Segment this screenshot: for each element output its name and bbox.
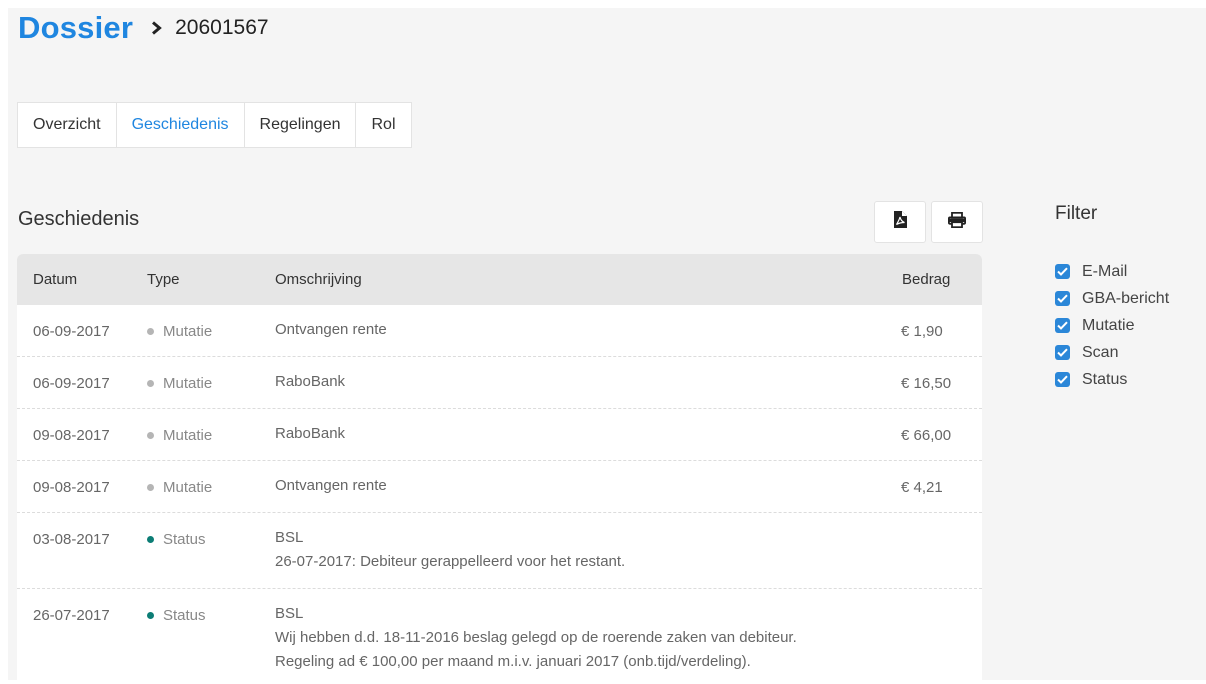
row-type: Mutatie xyxy=(147,479,212,496)
row-description: Ontvangen rente xyxy=(275,321,387,338)
row-description: Ontvangen rente xyxy=(275,477,387,494)
row-date: 06-09-2017 xyxy=(33,323,110,340)
row-date: 26-07-2017 xyxy=(33,607,110,624)
row-description-title: BSL xyxy=(275,529,304,546)
status-dot-icon xyxy=(147,612,154,619)
status-dot-icon xyxy=(147,536,154,543)
filter-mutatie[interactable]: Mutatie xyxy=(1055,312,1169,339)
checkbox-checked-icon[interactable] xyxy=(1055,345,1070,360)
tab-bar: Overzicht Geschiedenis Regelingen Rol xyxy=(17,102,412,148)
table-row[interactable]: 09-08-2017 Mutatie RaboBank € 66,00 xyxy=(17,409,982,461)
checkbox-checked-icon[interactable] xyxy=(1055,372,1070,387)
checkbox-checked-icon[interactable] xyxy=(1055,264,1070,279)
filter-title: Filter xyxy=(1055,203,1098,224)
row-type: Status xyxy=(147,607,206,624)
tab-overzicht[interactable]: Overzicht xyxy=(18,103,117,147)
row-amount: € 1,90 xyxy=(901,323,943,340)
mutatie-dot-icon xyxy=(147,432,154,439)
breadcrumb-current: 20601567 xyxy=(175,16,269,39)
row-description-detail: Wij hebben d.d. 18-11-2016 beslag gelegd… xyxy=(275,629,797,646)
table-row[interactable]: 03-08-2017 Status BSL 26-07-2017: Debite… xyxy=(17,513,982,589)
row-description: BSL Wij hebben d.d. 18-11-2016 beslag ge… xyxy=(275,602,797,674)
mutatie-dot-icon xyxy=(147,484,154,491)
breadcrumb-dossier-link[interactable]: Dossier xyxy=(18,10,133,46)
mutatie-dot-icon xyxy=(147,328,154,335)
row-type: Mutatie xyxy=(147,323,212,340)
export-pdf-button[interactable] xyxy=(874,201,926,243)
checkbox-checked-icon[interactable] xyxy=(1055,291,1070,306)
table-header: Datum Type Omschrijving Bedrag xyxy=(17,254,982,305)
section-title: Geschiedenis xyxy=(18,208,140,230)
row-amount: € 66,00 xyxy=(901,427,952,444)
row-type: Mutatie xyxy=(147,375,212,392)
row-description: BSL 26-07-2017: Debiteur gerappelleerd v… xyxy=(275,526,625,574)
row-description-detail: 26-07-2017: Debiteur gerappelleerd voor … xyxy=(275,553,626,570)
row-amount: € 4,21 xyxy=(901,479,943,496)
filter-label: Mutatie xyxy=(1082,316,1135,334)
table-row[interactable]: 06-09-2017 Mutatie RaboBank € 16,50 xyxy=(17,357,982,409)
row-description-title: BSL xyxy=(275,605,304,622)
header-description[interactable]: Omschrijving xyxy=(275,271,362,288)
filter-label: Scan xyxy=(1082,343,1119,361)
header-date[interactable]: Datum xyxy=(33,271,77,288)
row-date: 09-08-2017 xyxy=(33,479,110,496)
table-row[interactable]: 06-09-2017 Mutatie Ontvangen rente € 1,9… xyxy=(17,305,982,357)
tab-rol[interactable]: Rol xyxy=(356,103,410,147)
row-date: 03-08-2017 xyxy=(33,531,110,548)
filter-label: Status xyxy=(1082,370,1128,388)
row-date: 06-09-2017 xyxy=(33,375,110,392)
history-table: Datum Type Omschrijving Bedrag 06-09-201… xyxy=(17,254,982,684)
header-type[interactable]: Type xyxy=(147,271,180,288)
row-date: 09-08-2017 xyxy=(33,427,110,444)
header-amount[interactable]: Bedrag xyxy=(902,271,950,288)
file-pdf-icon xyxy=(893,211,907,233)
row-amount: € 16,50 xyxy=(901,375,952,392)
row-type: Status xyxy=(147,531,206,548)
table-row[interactable]: 09-08-2017 Mutatie Ontvangen rente € 4,2… xyxy=(17,461,982,513)
tab-regelingen[interactable]: Regelingen xyxy=(245,103,357,147)
filter-gba-bericht[interactable]: GBA-bericht xyxy=(1055,285,1169,312)
row-description-detail: Regeling ad € 100,00 per maand m.i.v. ja… xyxy=(275,653,751,670)
mutatie-dot-icon xyxy=(147,380,154,387)
chevron-right-icon xyxy=(151,21,163,35)
tab-geschiedenis[interactable]: Geschiedenis xyxy=(117,103,245,147)
breadcrumb: Dossier 20601567 xyxy=(18,6,269,50)
filter-scan[interactable]: Scan xyxy=(1055,339,1169,366)
filter-email[interactable]: E-Mail xyxy=(1055,258,1169,285)
checkbox-checked-icon[interactable] xyxy=(1055,318,1070,333)
filter-list: E-Mail GBA-bericht Mutatie Scan Status xyxy=(1055,258,1169,393)
filter-label: GBA-bericht xyxy=(1082,289,1170,307)
filter-status[interactable]: Status xyxy=(1055,366,1169,393)
row-type: Mutatie xyxy=(147,427,212,444)
row-description: RaboBank xyxy=(275,425,346,442)
print-button[interactable] xyxy=(931,201,983,243)
table-row[interactable]: 26-07-2017 Status BSL Wij hebben d.d. 18… xyxy=(17,589,982,684)
filter-label: E-Mail xyxy=(1082,262,1128,280)
print-icon xyxy=(947,211,967,233)
row-description: RaboBank xyxy=(275,373,346,390)
